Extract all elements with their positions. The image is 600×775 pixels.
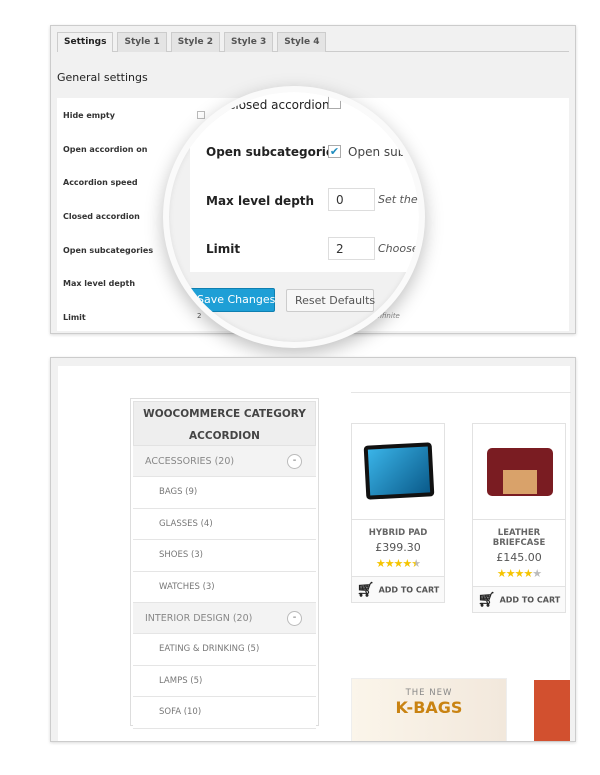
limit-hint: Choose how	[378, 242, 419, 255]
max-level-depth-label: Max level depth	[206, 194, 315, 208]
category-accessories[interactable]: ACCESSORIES (20) -	[133, 446, 316, 477]
limit-label: Limit	[206, 242, 241, 256]
tab-style-1[interactable]: Style 1	[117, 32, 167, 52]
add-to-cart-button[interactable]: 🛒︎ ADD TO CART	[473, 586, 565, 612]
promo-banner[interactable]: THE NEW K-BAGS	[351, 678, 507, 741]
product-price: £399.30	[375, 541, 421, 554]
open-subcategories-label: Open subcategories	[206, 145, 342, 159]
product-price: £145.00	[496, 551, 542, 564]
field-label: Limit	[63, 313, 86, 322]
half-star-icon: ★	[411, 557, 421, 570]
cart-icon: 🛒︎	[477, 592, 496, 608]
field-label: Accordion speed	[63, 178, 138, 187]
divider	[351, 392, 571, 393]
star-icon: ★★★★	[375, 557, 412, 570]
product-name[interactable]: LEATHER BRIEFCASE	[473, 528, 565, 548]
empty-star-icon: ★	[532, 567, 542, 580]
limit-input[interactable]: 2	[328, 237, 375, 260]
tab-settings[interactable]: Settings	[57, 32, 114, 52]
reset-defaults-button[interactable]: Reset Defaults	[286, 289, 375, 312]
subcategory-item[interactable]: EATING & DRINKING (5)	[133, 634, 316, 666]
add-to-cart-button[interactable]: 🛒︎ ADD TO CART	[352, 576, 444, 602]
subcategory-item[interactable]: SHOES (3)	[133, 540, 316, 572]
collapse-toggle[interactable]: -	[287, 611, 302, 626]
rating-stars: ★★★★★	[352, 557, 444, 570]
category-accordion-widget: WOOCOMMERCE CATEGORY ACCORDION ACCESSORI…	[130, 398, 319, 729]
closed-accordion-checkbox[interactable]	[328, 96, 341, 109]
cart-icon: 🛒︎	[356, 582, 375, 598]
category-interior-design[interactable]: INTERIOR DESIGN (20) -	[133, 603, 316, 634]
open-subcategories-text: Open subcategories	[348, 145, 424, 159]
limit-input-bg[interactable]: 2	[197, 312, 201, 320]
product-card[interactable]: HYBRID PAD £399.30 ★★★★★ 🛒︎ ADD TO CART	[351, 423, 445, 603]
subcategory-item[interactable]: SOFA (10)	[133, 697, 316, 729]
field-label: Hide empty	[63, 111, 115, 120]
closed-accordion-label: Closed accordion	[227, 98, 330, 112]
shop-page: WOOCOMMERCE CATEGORY ACCORDION ACCESSORI…	[58, 366, 571, 741]
max-level-depth-hint: Set the depth	[378, 193, 419, 206]
subcategory-item[interactable]: GLASSES (4)	[133, 508, 316, 540]
widget-title: WOOCOMMERCE CATEGORY ACCORDION	[133, 401, 316, 446]
subcategory-item[interactable]: LAMPS (5)	[133, 665, 316, 697]
field-label: Open subcategories	[63, 246, 154, 255]
add-to-cart-label: ADD TO CART	[499, 595, 561, 605]
product-card[interactable]: LEATHER BRIEFCASE £145.00 ★★★★★ 🛒︎ ADD TO…	[472, 423, 566, 613]
subcategory-item[interactable]: WATCHES (3)	[133, 571, 316, 603]
product-image-tablet[interactable]	[352, 424, 444, 520]
field-label: Open accordion on	[63, 145, 148, 154]
add-to-cart-label: ADD TO CART	[378, 585, 440, 595]
magnifier: Closed accordion Open subcategories ✔ Op…	[163, 86, 425, 348]
open-subcategories-checkbox[interactable]: ✔	[328, 145, 341, 158]
category-label: INTERIOR DESIGN (20)	[145, 613, 253, 624]
rating-stars: ★★★★★	[473, 567, 565, 580]
banner-title: K-BAGS	[395, 698, 463, 717]
max-level-depth-input[interactable]: 0	[328, 188, 375, 211]
save-changes-button[interactable]: Save Changes	[188, 288, 275, 312]
collapse-toggle[interactable]: -	[287, 454, 302, 469]
tab-bar: Settings Style 1 Style 2 Style 3 Style 4	[57, 32, 569, 52]
field-label: Closed accordion	[63, 212, 140, 221]
section-title: General settings	[57, 71, 148, 84]
field-label: Max level depth	[63, 279, 136, 288]
tab-style-2[interactable]: Style 2	[170, 32, 220, 52]
tab-style-3[interactable]: Style 3	[223, 32, 274, 52]
interior-image[interactable]	[534, 680, 570, 741]
category-label: ACCESSORIES (20)	[145, 456, 235, 467]
product-image-briefcase[interactable]	[473, 424, 565, 520]
product-name[interactable]: HYBRID PAD	[352, 528, 444, 538]
star-icon: ★★★★	[496, 567, 533, 580]
banner-subtitle: THE NEW	[405, 688, 453, 698]
tab-style-4[interactable]: Style 4	[277, 32, 327, 52]
storefront-preview: WOOCOMMERCE CATEGORY ACCORDION ACCESSORI…	[50, 357, 576, 742]
subcategory-item[interactable]: BAGS (9)	[133, 477, 316, 509]
